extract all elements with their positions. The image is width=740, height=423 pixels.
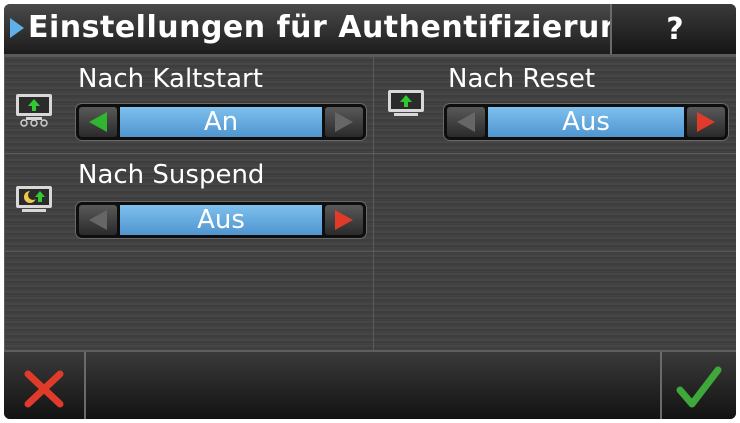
decrease-button[interactable] — [447, 107, 485, 137]
header-bar: Einstellungen für Authentifizierung ? — [4, 4, 736, 56]
footer-bar — [4, 350, 736, 419]
monitor-reset-icon — [388, 90, 424, 116]
setting-label-suspend: Nach Suspend — [78, 160, 265, 190]
red-x-cancel-icon — [24, 370, 64, 408]
setting-value-reset: Aus — [488, 107, 684, 137]
setting-label-kaltstart: Nach Kaltstart — [78, 64, 263, 94]
arrow-right-icon — [335, 210, 353, 230]
help-button[interactable]: ? — [610, 4, 736, 54]
confirm-button[interactable] — [660, 352, 736, 419]
settings-cell — [373, 153, 736, 252]
green-checkmark-icon — [676, 366, 722, 408]
play-arrow-icon — [10, 18, 24, 38]
value-spinner-kaltstart: An — [76, 104, 366, 140]
decrease-button[interactable] — [79, 205, 117, 235]
arrow-right-icon — [697, 112, 715, 132]
setting-value-suspend: Aus — [120, 205, 322, 235]
increase-button[interactable] — [325, 205, 363, 235]
value-spinner-suspend: Aus — [76, 202, 366, 238]
settings-screen: Einstellungen für Authentifizierung ? Na… — [4, 4, 736, 419]
settings-cell — [4, 251, 374, 351]
arrow-left-icon — [89, 210, 107, 230]
setting-label-reset: Nach Reset — [448, 64, 596, 94]
settings-cell — [373, 251, 736, 351]
page-title: Einstellungen für Authentifizierung — [28, 10, 644, 45]
arrow-left-icon — [457, 112, 475, 132]
arrow-left-icon — [89, 112, 107, 132]
monitor-suspend-icon — [16, 186, 52, 212]
setting-value-kaltstart: An — [120, 107, 322, 137]
settings-panel: Nach Kaltstart An Nach Reset Aus Nach Su… — [4, 56, 736, 351]
value-spinner-reset: Aus — [444, 104, 728, 140]
decrease-button[interactable] — [79, 107, 117, 137]
arrow-right-icon — [335, 112, 353, 132]
cancel-button[interactable] — [4, 352, 86, 419]
monitor-power-on-icon — [16, 94, 52, 127]
increase-button[interactable] — [687, 107, 725, 137]
increase-button[interactable] — [325, 107, 363, 137]
